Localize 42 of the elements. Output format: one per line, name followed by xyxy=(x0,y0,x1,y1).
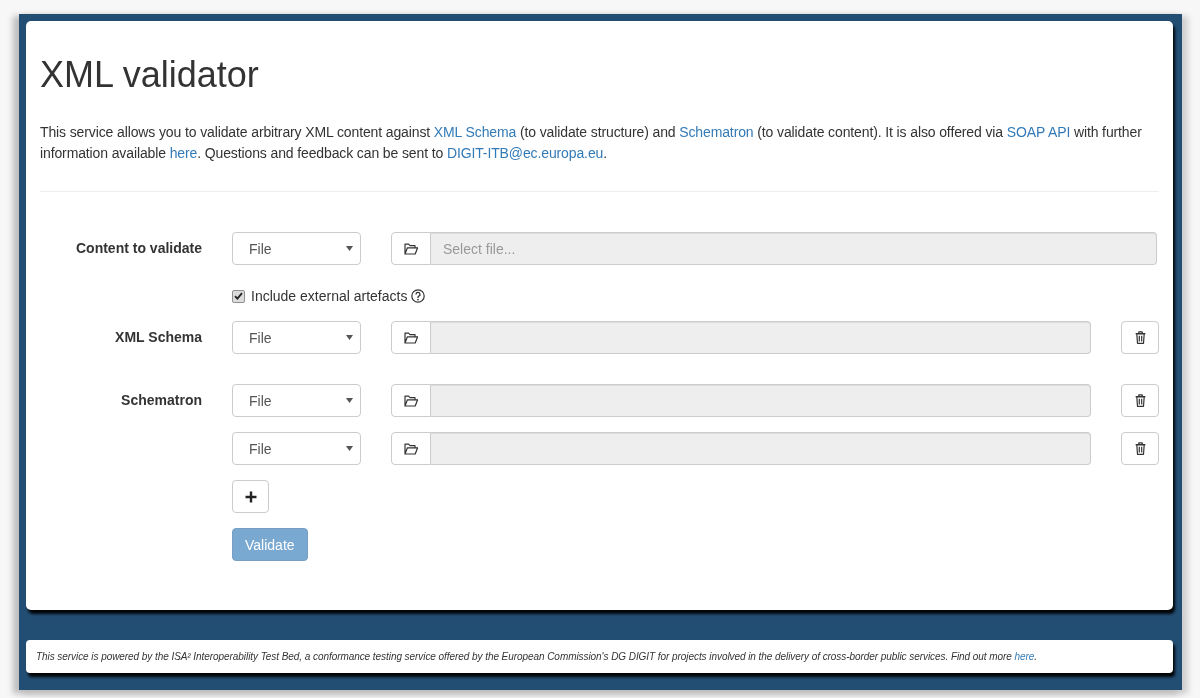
inline-link[interactable]: XML Schema xyxy=(433,124,517,140)
browse-button[interactable] xyxy=(391,232,431,265)
source-select[interactable]: File xyxy=(232,432,361,465)
description-text: This service allows you to validate arbitrary XML content against XML Schema (to validate structure) and Schematron (to validate content). It is also offered via SOAP API with further information available here. Questions and feedback can be sent to DIGIT-ITB@ec.europa.eu. xyxy=(40,123,1143,163)
file-path-field[interactable] xyxy=(431,384,1091,417)
page-title: XML validator xyxy=(40,55,260,95)
trash-icon xyxy=(1134,442,1146,455)
folder-icon xyxy=(404,242,418,255)
delete-button[interactable] xyxy=(1121,432,1159,465)
field-label: XML Schema xyxy=(115,329,202,346)
caret-icon xyxy=(346,246,353,251)
field-label: Schematron xyxy=(121,392,202,409)
add-button[interactable] xyxy=(232,480,269,513)
source-select[interactable]: File xyxy=(232,321,361,354)
help-icon[interactable] xyxy=(411,289,426,303)
source-select[interactable]: File xyxy=(232,384,361,417)
checkbox[interactable] xyxy=(232,289,245,303)
caret-icon xyxy=(346,335,353,340)
plus-icon xyxy=(244,490,257,503)
footer-text: This service is powered by the ISA² Interoperability Test Bed, a conformance testing service offered by the European Commission's DG DIGIT for projects involved in the delivery of cross-border public services. Find out more here. xyxy=(36,651,1038,662)
inline-link[interactable]: here xyxy=(169,145,198,161)
inline-link[interactable]: SOAP API xyxy=(1006,124,1071,140)
folder-icon xyxy=(404,331,418,344)
caret-icon xyxy=(346,446,353,451)
caret-icon xyxy=(346,398,353,403)
browse-button[interactable] xyxy=(391,384,431,417)
trash-icon xyxy=(1134,394,1146,407)
folder-icon xyxy=(404,394,418,407)
file-path-field[interactable] xyxy=(431,321,1091,354)
field-label: Content to validate xyxy=(76,240,202,257)
folder-icon xyxy=(404,442,418,455)
checkbox-label[interactable]: Include external artefacts xyxy=(251,288,408,304)
checkmark-icon xyxy=(234,292,243,300)
inline-link[interactable]: Schematron xyxy=(679,124,754,140)
file-path-field[interactable] xyxy=(431,432,1091,465)
browse-button[interactable] xyxy=(391,321,431,354)
file-path-field[interactable]: Select file... xyxy=(431,232,1157,265)
browse-button[interactable] xyxy=(391,432,431,465)
source-select[interactable]: File xyxy=(232,232,361,265)
delete-button[interactable] xyxy=(1121,384,1159,417)
delete-button[interactable] xyxy=(1121,321,1159,354)
trash-icon xyxy=(1134,331,1146,344)
